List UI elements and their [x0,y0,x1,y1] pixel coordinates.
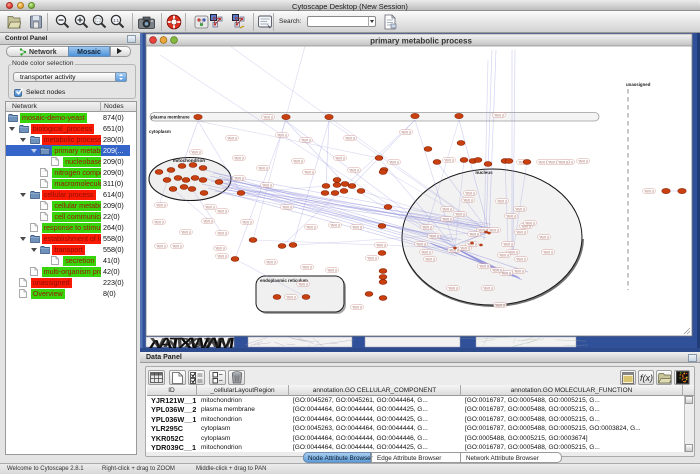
svg-text:f(x): f(x) [640,373,653,383]
svg-text:cytoplasm: cytoplasm [149,129,171,134]
svg-text:Ybr0 d: Ybr0 d [448,286,458,290]
svg-text:Ybr0 d: Ybr0 d [203,219,213,223]
svg-text:Ybr0 d: Ybr0 d [578,159,588,163]
svg-text:Ybr0 d: Ybr0 d [154,220,164,224]
svg-text:VʌTXƲW: VʌTXƲW [150,335,235,350]
svg-text:Ybr0 d: Ybr0 d [644,189,654,193]
svg-text:Ybr0 d: Ybr0 d [302,265,312,269]
svg-text:Ybr0 d: Ybr0 d [455,212,465,216]
svg-text:Ybr0 d: Ybr0 d [306,225,316,229]
svg-text:Ybr0 d: Ybr0 d [425,257,435,261]
svg-text:Ybr0 d: Ybr0 d [479,264,489,268]
svg-text:Ybr0 d: Ybr0 d [156,244,166,248]
svg-text:Ybr0 d: Ybr0 d [539,235,549,239]
svg-text:Ybr0 d: Ybr0 d [495,303,505,307]
svg-text:Ybr0 d: Ybr0 d [234,156,244,160]
svg-text:Ybr0 d: Ybr0 d [227,136,237,140]
svg-text:Ybr0 d: Ybr0 d [205,205,215,209]
svg-text:Ybr0 d: Ybr0 d [416,242,426,246]
svg-text:Ybr0 d: Ybr0 d [506,214,516,218]
svg-text:Ybr0 d: Ybr0 d [262,183,272,187]
svg-text:Ybr0 d: Ybr0 d [444,158,454,162]
svg-text:Ybr0 d: Ybr0 d [460,246,470,250]
svg-text:primary metabolic process: primary metabolic process [370,37,472,46]
svg-text:Ybr0 d: Ybr0 d [514,269,524,273]
svg-text:Ybr0 d: Ybr0 d [558,160,568,164]
svg-text:Ybr0 d: Ybr0 d [494,113,504,117]
svg-text:Ybr0 d: Ybr0 d [263,115,273,119]
svg-text:Ybr0 d: Ybr0 d [422,225,432,229]
svg-text:Ybr0 d: Ybr0 d [217,254,227,258]
svg-text:Ybr0 d: Ybr0 d [234,176,244,180]
svg-text:Ybr0 d: Ybr0 d [156,203,166,207]
svg-text:Ybr0 d: Ybr0 d [330,223,340,227]
svg-text:Ybr0 d: Ybr0 d [442,207,452,211]
svg-text:Ybr0 d: Ybr0 d [367,256,377,260]
svg-text:Ybr0 d: Ybr0 d [335,156,345,160]
svg-text:Ybr0 d: Ybr0 d [345,136,355,140]
svg-text:Ybr0 d: Ybr0 d [286,295,296,299]
svg-text:Ybr0 d: Ybr0 d [469,232,479,236]
svg-text:Ybr0 d: Ybr0 d [293,159,303,163]
svg-text:Ybr0 d: Ybr0 d [499,253,509,257]
svg-text:Ybr0 d: Ybr0 d [463,198,473,202]
svg-text:Ybr0 d: Ybr0 d [465,191,475,195]
svg-text:Ybr0 d: Ybr0 d [497,199,507,203]
svg-text:Ybr0 d: Ybr0 d [516,257,526,261]
svg-text:Ybr0 d: Ybr0 d [352,305,362,309]
svg-text:Ybr0 d: Ybr0 d [515,207,525,211]
svg-text:Ybr0 d: Ybr0 d [503,242,513,246]
svg-text:Ybr0 d: Ybr0 d [376,243,386,247]
svg-text:Ybr0 d: Ybr0 d [327,268,337,272]
svg-text:Ybr0 d: Ybr0 d [301,138,311,142]
svg-text:Ybr0 d: Ybr0 d [489,228,499,232]
svg-text:Ybr0 d: Ybr0 d [282,205,292,209]
svg-text:Ybr0 d: Ybr0 d [421,250,431,254]
svg-text:Ybr0 d: Ybr0 d [543,250,553,254]
svg-text:Ybr0 d: Ybr0 d [429,234,439,238]
svg-text:Ybr0 d: Ybr0 d [242,220,252,224]
svg-text:Ybr0 d: Ybr0 d [389,160,399,164]
svg-text:Ybr0 d: Ybr0 d [191,150,201,154]
svg-text:Ybr0 d: Ybr0 d [516,230,526,234]
svg-text:Ybr0 d: Ybr0 d [483,286,493,290]
svg-text:Ybr0 d: Ybr0 d [258,166,268,170]
svg-text:1:1: 1:1 [113,18,119,23]
svg-text:Ybr0 d: Ybr0 d [277,133,287,137]
svg-text:Ybr0 d: Ybr0 d [215,246,225,250]
svg-text:Ybr0 d: Ybr0 d [181,230,191,234]
svg-text:Ybr0 d: Ybr0 d [525,221,535,225]
svg-text:Ybr0 d: Ybr0 d [217,209,227,213]
svg-text:Ybr0 d: Ybr0 d [298,282,308,286]
svg-text:Ybr0 d: Ybr0 d [217,231,227,235]
svg-text:Ybr0 d: Ybr0 d [172,244,182,248]
svg-text:Ybr0 d: Ybr0 d [401,130,411,134]
svg-text:Ybr0 d: Ybr0 d [352,225,362,229]
svg-text:Ybr0 d: Ybr0 d [349,168,359,172]
svg-text:plasma membrane: plasma membrane [151,115,190,120]
svg-text:Ybr0 d: Ybr0 d [304,170,314,174]
svg-text:unassigned: unassigned [626,82,651,87]
svg-text:mitochondrion: mitochondrion [173,158,205,163]
svg-text:Ybr0 d: Ybr0 d [266,260,276,264]
svg-text:Ybr0 d: Ybr0 d [442,217,452,221]
svg-text:Ybr0 d: Ybr0 d [492,268,502,272]
svg-text:nucleus: nucleus [475,170,493,175]
